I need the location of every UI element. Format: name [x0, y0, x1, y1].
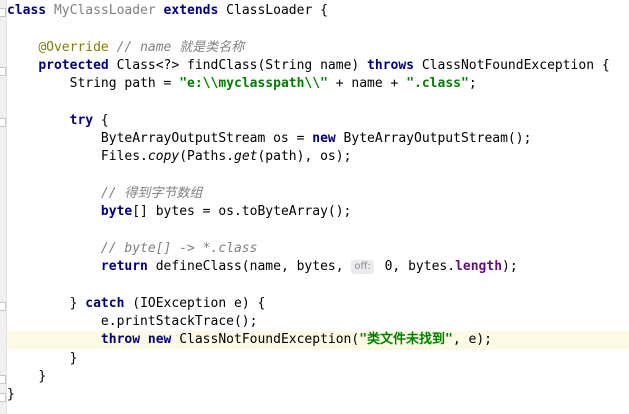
- keyword: new: [312, 131, 336, 147]
- string-literal: ".class": [406, 76, 469, 92]
- code-line: try {: [7, 112, 629, 130]
- code-text: }: [69, 295, 86, 311]
- code-line: @Override // name 就是类名称: [7, 39, 629, 57]
- fold-marker[interactable]: [0, 67, 6, 76]
- code-line-current: throw new ClassNotFoundException("类文件未找到…: [7, 331, 629, 350]
- code-line: }: [7, 350, 629, 368]
- code-text: String path =: [69, 76, 180, 92]
- code-text: }: [69, 350, 78, 366]
- code-text: (Paths.: [179, 149, 234, 165]
- code-text: (path), os);: [257, 149, 352, 165]
- code-line: String path = "e:\\myclasspath\\" + name…: [7, 75, 629, 93]
- static-method: get: [234, 149, 258, 165]
- code-editor[interactable]: class MyClassLoader extends ClassLoader …: [7, 2, 629, 405]
- fold-marker[interactable]: [0, 302, 6, 311]
- code-text: ClassLoader {: [226, 3, 328, 18]
- fold-marker[interactable]: [0, 393, 6, 402]
- code-text: + name +: [327, 76, 407, 92]
- code-text: , e);: [452, 332, 493, 348]
- code-text: ClassNotFoundException {: [414, 57, 610, 73]
- code-text: {: [93, 112, 109, 128]
- code-line: class MyClassLoader extends ClassLoader …: [7, 2, 629, 20]
- annotation: @Override: [38, 39, 109, 55]
- keyword: byte: [100, 204, 133, 220]
- editor-gutter: [0, 0, 7, 414]
- code-text: [] bytes = os.toByteArray();: [132, 204, 352, 220]
- code-text: ByteArrayOutputStream os =: [100, 131, 313, 147]
- code-text: ByteArrayOutputStream();: [335, 131, 532, 147]
- keyword: new: [147, 332, 172, 348]
- keyword: extends: [163, 3, 219, 18]
- static-method: copy: [147, 149, 180, 165]
- code-line: return defineClass(name, bytes, off: 0, …: [7, 258, 629, 276]
- code-text: );: [502, 259, 518, 275]
- code-text: 0, bytes.: [376, 259, 456, 275]
- fold-marker[interactable]: [0, 375, 6, 384]
- fold-marker[interactable]: [0, 118, 6, 127]
- keyword: throws: [367, 57, 415, 73]
- code-line: Files.copy(Paths.get(path), os);: [7, 148, 629, 166]
- keyword: protected: [38, 57, 109, 73]
- code-line: }: [7, 368, 629, 386]
- keyword: throw: [100, 332, 141, 348]
- code-line: }: [7, 386, 629, 404]
- code-line: e.printStackTrace();: [7, 313, 629, 331]
- field: length: [455, 259, 503, 275]
- code-line: protected Class<?> findClass(String name…: [7, 57, 629, 75]
- code-line: // 得到字节数组: [7, 185, 629, 203]
- keyword: return: [100, 259, 148, 275]
- code-line: ByteArrayOutputStream os = new ByteArray…: [7, 130, 629, 148]
- keyword: try: [69, 112, 94, 128]
- code-text: }: [7, 387, 15, 403]
- code-line: byte[] bytes = os.toByteArray();: [7, 203, 629, 221]
- string-literal: "类文件未找到": [359, 332, 453, 348]
- code-text: Class<?> findClass(String name): [108, 57, 368, 73]
- code-text: ;: [468, 76, 477, 92]
- fold-marker[interactable]: [0, 8, 6, 17]
- parameter-hint: off:: [351, 260, 374, 275]
- string-literal: "e:\\myclasspath\\": [179, 76, 328, 92]
- comment: // byte[] -> *.class: [100, 240, 258, 256]
- code-text: }: [38, 368, 47, 384]
- code-text: Files.: [100, 149, 148, 165]
- code-text: defineClass(name, bytes,: [147, 259, 352, 275]
- code-text: e.printStackTrace();: [100, 314, 258, 330]
- code-text: (IOException e) {: [124, 295, 266, 311]
- keyword: catch: [85, 295, 125, 311]
- comment: // 得到字节数组: [100, 185, 203, 201]
- code-line: } catch (IOException e) {: [7, 295, 629, 313]
- code-text: ClassNotFoundException(: [171, 332, 360, 348]
- class-name: MyClassLoader: [53, 3, 156, 18]
- code-line: // byte[] -> *.class: [7, 240, 629, 258]
- comment: // name 就是类名称: [116, 39, 245, 55]
- keyword: class: [7, 3, 47, 18]
